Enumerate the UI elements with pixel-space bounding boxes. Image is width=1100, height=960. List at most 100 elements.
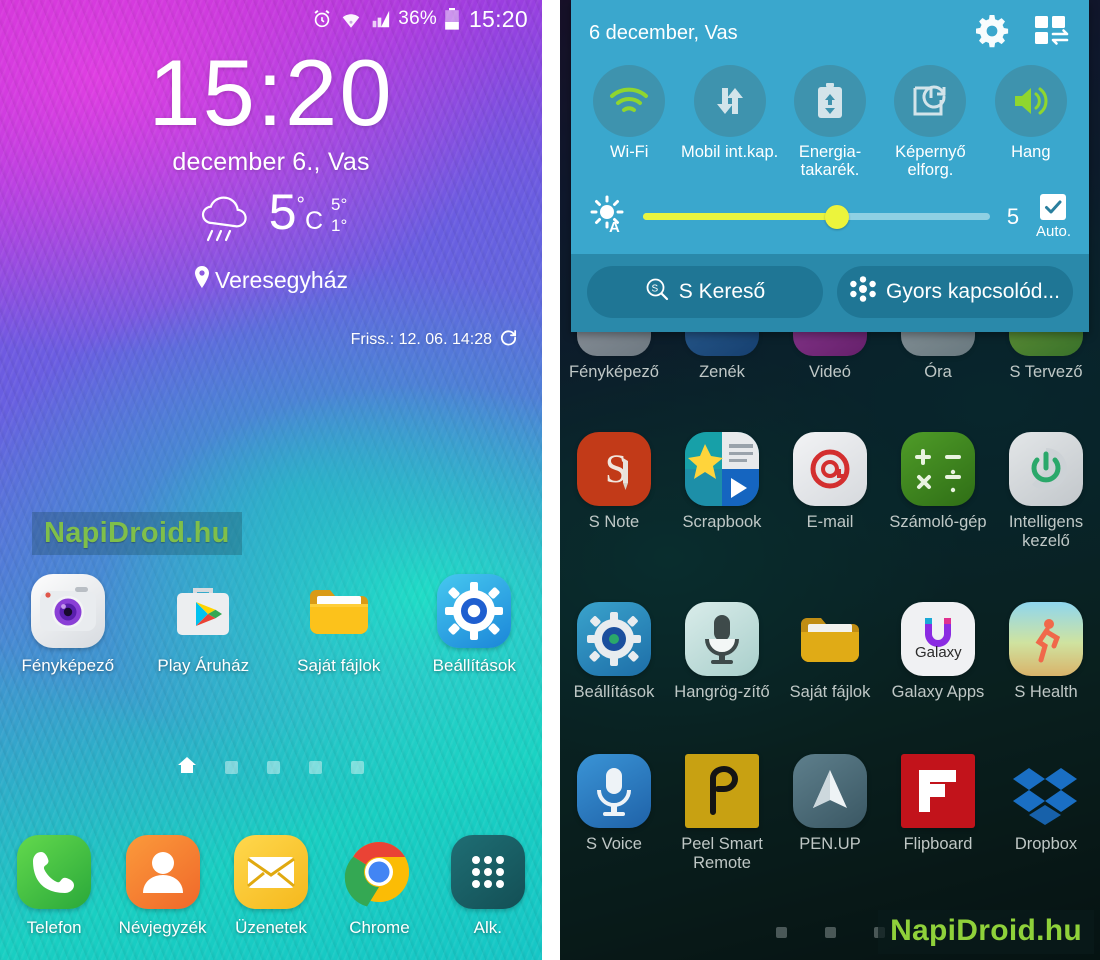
drawer-app-calculator[interactable]: Számoló-gép bbox=[884, 431, 992, 551]
home-app-play-store[interactable]: Play Áruház bbox=[136, 574, 272, 675]
chrome-icon bbox=[342, 835, 416, 909]
drawer-app-smart-manager[interactable]: Intelligens kezelő bbox=[992, 431, 1100, 551]
contacts-icon bbox=[125, 835, 200, 909]
s-finder-button[interactable]: S S Kereső bbox=[587, 265, 823, 318]
status-bar-clock: 15:20 bbox=[468, 5, 528, 32]
dock-app-label: Névjegyzék bbox=[118, 918, 207, 937]
dock-app-phone[interactable]: Telefon bbox=[0, 835, 108, 938]
drawer-app-penup[interactable]: PEN.UP bbox=[776, 754, 884, 873]
s-voice-icon bbox=[577, 754, 651, 829]
degree-symbol: ° bbox=[296, 193, 305, 217]
clock-weather-widget[interactable]: 15:20 december 6., Vas 5°C 5° 1° Vereseg… bbox=[0, 46, 542, 294]
drawer-app-flipboard[interactable]: Flipboard bbox=[884, 754, 992, 873]
location-pin-icon bbox=[194, 266, 210, 294]
refresh-icon[interactable] bbox=[499, 328, 518, 352]
weather-refresh[interactable]: Friss.: 12. 06. 14:28 bbox=[351, 328, 518, 352]
quick-toggle-screen-rotation[interactable]: Képernyő elforg. bbox=[880, 65, 980, 180]
quick-toggle-wifi[interactable]: Wi-Fi bbox=[579, 65, 679, 180]
s-finder-label: S Kereső bbox=[678, 279, 766, 303]
battery-icon bbox=[444, 7, 460, 31]
home-app-label: Fényképező bbox=[21, 656, 115, 675]
brightness-slider-fill bbox=[643, 213, 838, 221]
auto-brightness-toggle[interactable]: Auto. bbox=[1035, 193, 1071, 240]
drawer-app-settings[interactable]: Beállítások bbox=[560, 602, 668, 702]
power-saving-icon bbox=[794, 65, 867, 137]
sound-icon bbox=[994, 65, 1067, 137]
home-icon[interactable] bbox=[178, 757, 196, 778]
home-app-camera[interactable]: Fényképező bbox=[0, 574, 136, 675]
auto-brightness-label: Auto. bbox=[1035, 222, 1071, 240]
dock-app-label: Alk. bbox=[473, 918, 502, 937]
s-note-icon: S bbox=[577, 431, 651, 506]
drawer-app-label: S Tervező bbox=[1009, 363, 1083, 381]
drawer-row: S S Note Scrapbook E-mail Számoló-gép In… bbox=[560, 431, 1100, 551]
weather-row: 5°C 5° 1° bbox=[0, 187, 542, 250]
home-app-label: Beállítások bbox=[432, 656, 516, 675]
home-screen: 36% 15:20 15:20 december 6., Vas 5°C 5° … bbox=[0, 0, 542, 960]
quick-toggle-power-saving[interactable]: Energia-takarék. bbox=[780, 65, 880, 180]
quick-toggle-sound[interactable]: Hang bbox=[981, 65, 1081, 180]
drawer-app-voice-recorder[interactable]: Hangrög-zítő bbox=[668, 602, 776, 702]
watermark-left: NapiDroid.hu bbox=[32, 512, 242, 555]
dock-app-contacts[interactable]: Névjegyzék bbox=[108, 835, 216, 938]
drawer-app-label: Saját fájlok bbox=[789, 683, 871, 702]
quick-connect-button[interactable]: Gyors kapcsolód... bbox=[837, 265, 1073, 318]
status-bar: 36% 15:20 bbox=[0, 0, 542, 38]
dock-app-messages[interactable]: Üzenetek bbox=[217, 835, 325, 938]
dock-app-apps[interactable]: Alk. bbox=[434, 835, 542, 938]
drawer-app-scrapbook[interactable]: Scrapbook bbox=[668, 431, 776, 551]
home-app-my-files[interactable]: Saját fájlok bbox=[271, 574, 407, 675]
drawer-app-my-files[interactable]: Saját fájlok bbox=[776, 602, 884, 702]
my-files-icon bbox=[302, 574, 376, 648]
drawer-app-s-voice[interactable]: S Voice bbox=[560, 754, 668, 873]
drawer-app-label: Flipboard bbox=[903, 835, 973, 854]
home-app-settings[interactable]: Beállítások bbox=[407, 574, 543, 675]
drawer-app-peel-remote[interactable]: Peel Smart Remote bbox=[668, 754, 776, 873]
battery-percent: 36% bbox=[398, 8, 437, 29]
drawer-app-label: Galaxy Apps bbox=[891, 683, 985, 702]
drawer-app-s-health[interactable]: S Health bbox=[992, 602, 1100, 702]
weather-refresh-label: Friss.: 12. 06. 14:28 bbox=[350, 331, 492, 348]
drawer-app-galaxy-apps[interactable]: Galaxy Galaxy Apps bbox=[884, 602, 992, 702]
drawer-app-label: E-mail bbox=[806, 512, 854, 531]
wifi-icon bbox=[593, 65, 666, 137]
quick-toggle-row: Wi-Fi Mobil int.kap. Energia-takarék. Ké… bbox=[571, 59, 1089, 184]
dock-app-label: Chrome bbox=[349, 918, 410, 937]
quick-toggle-label: Wi-Fi bbox=[609, 143, 649, 161]
weather-location: Veresegyház bbox=[0, 266, 542, 294]
page-dot[interactable] bbox=[351, 761, 364, 774]
s-health-icon bbox=[1009, 602, 1083, 677]
temperature-value: 5 bbox=[268, 184, 297, 240]
phone-icon bbox=[17, 835, 92, 909]
drawer-app-label: Hangrög-zítő bbox=[674, 683, 770, 702]
clock-time: 15:20 bbox=[148, 40, 394, 145]
peel-remote-icon bbox=[685, 754, 759, 829]
brightness-slider[interactable] bbox=[643, 204, 990, 229]
drawer-app-s-note[interactable]: S S Note bbox=[560, 431, 668, 551]
app-drawer-grid: Fényképező Zenék Videó Óra S Tervező S S… bbox=[560, 322, 1100, 883]
camera-icon bbox=[30, 574, 105, 648]
page-dot[interactable] bbox=[824, 927, 836, 938]
dual-screenshot: 36% 15:20 15:20 december 6., Vas 5°C 5° … bbox=[0, 0, 1100, 960]
drawer-app-email[interactable]: E-mail bbox=[776, 431, 884, 551]
check-icon bbox=[1040, 193, 1067, 220]
page-dot[interactable] bbox=[267, 761, 280, 774]
edit-quick-settings-icon[interactable] bbox=[1035, 15, 1071, 52]
page-dot[interactable] bbox=[225, 761, 238, 774]
signal-icon bbox=[369, 9, 391, 29]
quick-connect-icon bbox=[850, 276, 876, 308]
quick-toggle-label: Hang bbox=[1011, 143, 1051, 161]
quick-panel-date: 6 december, Vas bbox=[589, 22, 738, 44]
quick-toggle-label: Mobil int.kap. bbox=[681, 143, 779, 161]
drawer-app-dropbox[interactable]: Dropbox bbox=[992, 754, 1100, 873]
gear-icon[interactable] bbox=[975, 14, 1009, 53]
drawer-app-label: S Voice bbox=[586, 835, 642, 854]
brightness-slider-knob[interactable] bbox=[825, 204, 850, 229]
quick-toggle-mobile-data[interactable]: Mobil int.kap. bbox=[679, 65, 779, 180]
quick-panel-actions: S S Kereső Gyors kapcsolód... bbox=[571, 253, 1089, 332]
page-dot[interactable] bbox=[775, 927, 787, 938]
mobile-data-icon bbox=[693, 65, 766, 137]
page-dot[interactable] bbox=[309, 761, 322, 774]
quick-panel-header: 6 december, Vas bbox=[571, 0, 1089, 59]
dock-app-chrome[interactable]: Chrome bbox=[325, 835, 433, 938]
